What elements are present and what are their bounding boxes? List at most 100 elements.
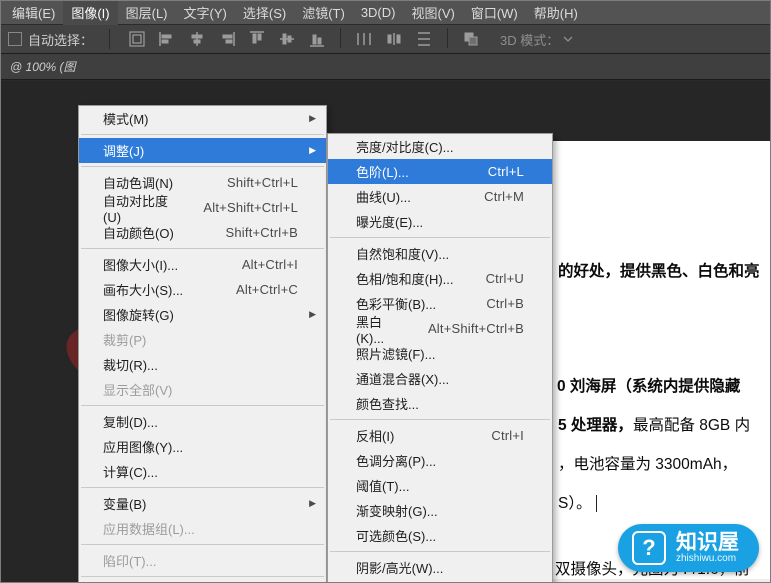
- menu-separator: [81, 166, 324, 167]
- autoselect-checkbox[interactable]: [8, 32, 22, 46]
- menu-item[interactable]: 裁切(R)...: [79, 352, 326, 377]
- menu-item[interactable]: 调整(J): [79, 138, 326, 163]
- document-tab-label[interactable]: @ 100% (图: [10, 58, 76, 75]
- align-vcenter-icon[interactable]: [276, 28, 298, 50]
- align-left-icon[interactable]: [156, 28, 178, 50]
- menu-item[interactable]: 图像旋转(G): [79, 302, 326, 327]
- badge-text: 知识屋 zhishiwu.com: [676, 532, 739, 564]
- menu-item-label: 阴影/高光(W)...: [356, 558, 443, 577]
- menu-item-label: 自动颜色(O): [103, 223, 174, 242]
- menu-item[interactable]: 应用图像(Y)...: [79, 434, 326, 459]
- menu-separator: [81, 544, 324, 545]
- arrange-icon[interactable]: [460, 28, 482, 50]
- menu-item[interactable]: 黑白(K)...Alt+Shift+Ctrl+B: [328, 316, 552, 341]
- menubar-item[interactable]: 3D(D): [353, 2, 404, 23]
- menu-item[interactable]: 自动对比度(U)Alt+Shift+Ctrl+L: [79, 195, 326, 220]
- menubar-item[interactable]: 图像(I): [63, 0, 117, 25]
- distribute-v-icon[interactable]: [413, 28, 435, 50]
- zhishiwu-badge[interactable]: ? 知识屋 zhishiwu.com: [618, 524, 759, 572]
- menu-item[interactable]: 可选颜色(S)...: [328, 523, 552, 548]
- menu-item-label: 色阶(L)...: [356, 162, 409, 181]
- menu-item-label: 自动色调(N): [103, 173, 173, 192]
- menu-item-label: 图像大小(I)...: [103, 255, 178, 274]
- canvas-area: 的好处，提供黑色、白色和亮 0 刘海屏（系统内提供隐藏 5 处理器，最高配备 8…: [0, 81, 771, 583]
- menu-separator: [81, 405, 324, 406]
- menu-item[interactable]: 亮度/对比度(C)...: [328, 134, 552, 159]
- menu-item[interactable]: 模式(M): [79, 106, 326, 131]
- autoselect-label: 自动选择：: [28, 30, 93, 49]
- menu-item-label: 计算(C)...: [103, 462, 158, 481]
- menu-item-shortcut: Alt+Shift+Ctrl+L: [183, 200, 298, 215]
- menubar-item[interactable]: 选择(S): [235, 0, 294, 25]
- menu-item[interactable]: 阈值(T)...: [328, 473, 552, 498]
- menu-item[interactable]: 通道混合器(X)...: [328, 366, 552, 391]
- menu-item-shortcut: Ctrl+I: [471, 428, 524, 443]
- align-top-icon[interactable]: [246, 28, 268, 50]
- options-bar: 自动选择： 3D 模式：: [0, 24, 771, 54]
- separator: [109, 29, 110, 49]
- doc-line: 的好处，提供黑色、白色和亮: [558, 259, 760, 281]
- menu-separator: [81, 576, 324, 577]
- menubar-item[interactable]: 窗口(W): [463, 0, 526, 25]
- mode3d-label: 3D 模式：: [500, 30, 559, 49]
- menubar-item[interactable]: 滤镜(T): [294, 0, 353, 25]
- align-right-icon[interactable]: [216, 28, 238, 50]
- menu-item[interactable]: 复制(D)...: [79, 409, 326, 434]
- menu-item-label: 通道混合器(X)...: [356, 369, 449, 388]
- image-menu: 模式(M) 调整(J) 自动色调(N) Shift+Ctrl+L 自动对比度(U)Alt…: [78, 105, 327, 583]
- menu-separator: [81, 134, 324, 135]
- menu-item[interactable]: 阴影/高光(W)...: [328, 555, 552, 580]
- align-hcenter-icon[interactable]: [186, 28, 208, 50]
- menubar-item[interactable]: 编辑(E): [4, 0, 63, 25]
- menu-separator: [330, 551, 550, 552]
- menubar-item[interactable]: 帮助(H): [526, 0, 586, 25]
- menu-item[interactable]: 渐变映射(G)...: [328, 498, 552, 523]
- doc-line: ，电池容量为 3300mAh，: [558, 452, 737, 474]
- distribute-h-icon[interactable]: [353, 28, 375, 50]
- menubar-item[interactable]: 视图(V): [403, 0, 462, 25]
- menu-item[interactable]: 变量(B): [79, 491, 326, 516]
- menu-item[interactable]: 照片滤镜(F)...: [328, 341, 552, 366]
- align-tools: [126, 28, 482, 50]
- menu-item[interactable]: 自然饱和度(V)...: [328, 241, 552, 266]
- menu-item-label: 阈值(T)...: [356, 476, 409, 495]
- menu-item-label: 裁切(R)...: [103, 355, 158, 374]
- menu-item[interactable]: 图像大小(I)...Alt+Ctrl+I: [79, 252, 326, 277]
- menu-item: 陷印(T)...: [79, 548, 326, 573]
- text-cursor: [596, 495, 597, 512]
- menu-item[interactable]: 画布大小(S)...Alt+Ctrl+C: [79, 277, 326, 302]
- transform-controls-icon[interactable]: [126, 28, 148, 50]
- menu-item[interactable]: 颜色查找...: [328, 391, 552, 416]
- menu-item-shortcut: Alt+Shift+Ctrl+B: [408, 321, 524, 336]
- menu-item-shortcut: Ctrl+U: [466, 271, 524, 286]
- menu-item-label: 曝光度(E)...: [356, 212, 423, 231]
- menu-item[interactable]: 曝光度(E)...: [328, 209, 552, 234]
- menu-item[interactable]: 色相/饱和度(H)...Ctrl+U: [328, 266, 552, 291]
- align-bottom-icon[interactable]: [306, 28, 328, 50]
- menubar-item[interactable]: 文字(Y): [176, 0, 235, 25]
- menu-item-label: 陷印(T)...: [103, 551, 156, 570]
- menu-item[interactable]: 反相(I)Ctrl+I: [328, 423, 552, 448]
- menu-item[interactable]: 自动颜色(O) Shift+Ctrl+B: [79, 220, 326, 245]
- distribute-h2-icon[interactable]: [383, 28, 405, 50]
- menu-item: 显示全部(V): [79, 377, 326, 402]
- menu-item-shortcut: Shift+Ctrl+L: [207, 175, 298, 190]
- menu-item-label: 变量(B): [103, 494, 146, 513]
- menu-item[interactable]: 计算(C)...: [79, 459, 326, 484]
- menu-item-label: 渐变映射(G)...: [356, 501, 438, 520]
- menubar-item[interactable]: 图层(L): [118, 0, 176, 25]
- menu-item-label: 曲线(U)...: [356, 187, 411, 206]
- menu-item: 应用数据组(L)...: [79, 516, 326, 541]
- menu-item-shortcut: Shift+Ctrl+B: [206, 225, 299, 240]
- menu-separator: [330, 237, 550, 238]
- menu-item[interactable]: 曲线(U)...Ctrl+M: [328, 184, 552, 209]
- chevron-down-icon[interactable]: [563, 34, 573, 44]
- menu-item[interactable]: 色调分离(P)...: [328, 448, 552, 473]
- menu-item[interactable]: 色阶(L)...Ctrl+L: [328, 159, 552, 184]
- menu-item-shortcut: Ctrl+B: [466, 296, 524, 311]
- menu-item-shortcut: Alt+Ctrl+C: [216, 282, 298, 297]
- zhishiwu-icon: ?: [632, 531, 666, 565]
- menu-item-label: 照片滤镜(F)...: [356, 344, 435, 363]
- menu-item-label: 图像旋转(G): [103, 305, 174, 324]
- doc-line: S）。: [558, 491, 597, 513]
